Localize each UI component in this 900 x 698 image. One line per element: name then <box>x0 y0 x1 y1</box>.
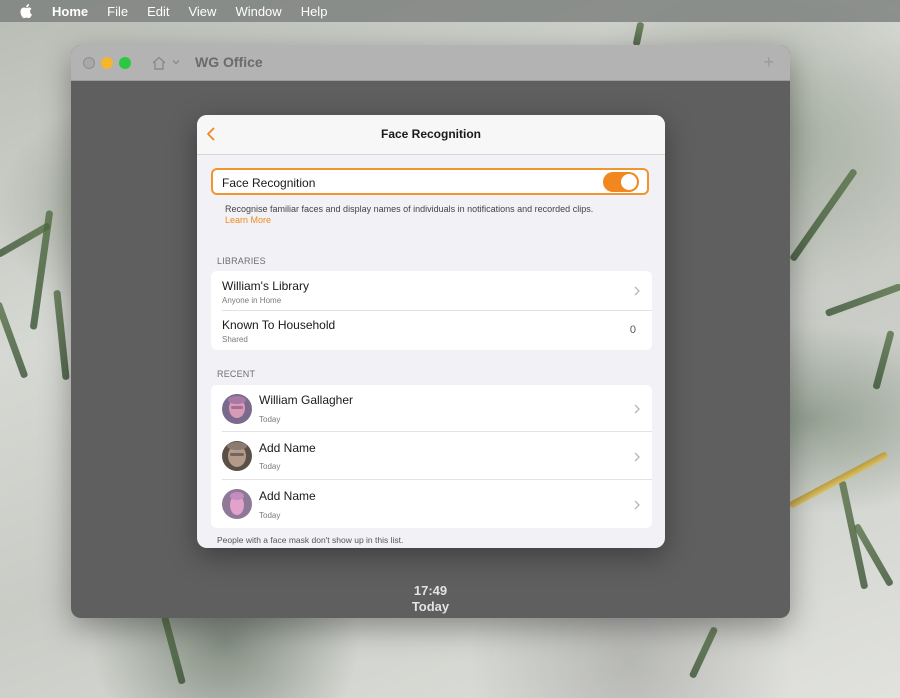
libraries-group: William's Library Anyone in Home Known T… <box>211 271 652 350</box>
toggle-label: Face Recognition <box>222 176 316 190</box>
avatar <box>222 441 252 471</box>
clock-day: Today <box>411 599 450 614</box>
background-grass-blade <box>632 21 645 47</box>
maximize-window-button[interactable] <box>119 57 131 69</box>
learn-more-link[interactable]: Learn More <box>225 215 271 225</box>
person-subtitle: Today <box>259 462 281 471</box>
library-subtitle: Anyone in Home <box>222 296 282 305</box>
sheet-title: Face Recognition <box>380 127 481 141</box>
background-grass-blade <box>789 167 858 263</box>
recent-row[interactable]: Add Name Today <box>211 432 652 480</box>
library-subtitle: Shared <box>222 335 248 344</box>
window-title: WG Office <box>195 54 263 70</box>
chevron-right-icon <box>634 500 640 510</box>
background-grass-blade <box>0 301 29 379</box>
background-grass-blade <box>53 289 70 381</box>
menu-help[interactable]: Help <box>301 4 328 19</box>
description-text: Recognise familiar faces and display nam… <box>225 204 594 214</box>
library-count: 0 <box>629 324 636 336</box>
plus-icon[interactable]: + <box>763 53 774 71</box>
switch-knob <box>621 174 637 190</box>
libraries-header: LIBRARIES <box>217 256 266 266</box>
person-name: Add Name <box>259 441 316 455</box>
menu-window[interactable]: Window <box>235 4 281 19</box>
menu-view[interactable]: View <box>188 4 216 19</box>
background-grass-blade <box>788 451 889 509</box>
close-window-button[interactable] <box>83 57 95 69</box>
face-recognition-switch[interactable] <box>603 172 639 192</box>
background-grass-blade <box>688 626 719 679</box>
chevron-down-icon[interactable] <box>171 57 181 67</box>
recent-header: RECENT <box>217 369 256 379</box>
person-name: William Gallagher <box>259 393 354 407</box>
clock-time: 17:49 <box>413 583 448 598</box>
recent-row[interactable]: Add Name Today <box>211 480 652 528</box>
apple-logo-icon[interactable] <box>19 4 33 18</box>
menu-bar: Home File Edit View Window Help <box>0 0 900 22</box>
avatar <box>222 394 252 424</box>
person-subtitle: Today <box>259 415 281 424</box>
chevron-right-icon <box>634 452 640 462</box>
background-grass-blade <box>824 283 900 317</box>
face-recognition-sheet: Face Recognition Face Recognition Recogn… <box>197 115 665 548</box>
face-recognition-toggle-row[interactable]: Face Recognition <box>211 168 649 195</box>
window-titlebar: WG Office + <box>71 45 790 81</box>
background-grass-blade <box>872 330 895 390</box>
library-title: Known To Household <box>222 318 336 332</box>
chevron-right-icon <box>634 286 640 296</box>
person-name: Add Name <box>259 489 316 503</box>
background-grass-blade <box>161 615 186 685</box>
menu-home[interactable]: Home <box>52 4 88 19</box>
library-row-williams[interactable]: William's Library Anyone in Home <box>211 271 652 311</box>
recent-row[interactable]: William Gallagher Today <box>211 385 652 432</box>
menu-edit[interactable]: Edit <box>147 4 169 19</box>
avatar <box>222 489 252 519</box>
home-icon[interactable] <box>151 55 167 71</box>
sheet-header: Face Recognition <box>197 115 665 155</box>
menu-file[interactable]: File <box>107 4 128 19</box>
chevron-right-icon <box>634 404 640 414</box>
recent-group: William Gallagher Today Add Name Today A… <box>211 385 652 528</box>
person-subtitle: Today <box>259 511 281 520</box>
footnote-text: People with a face mask don't show up in… <box>217 535 404 545</box>
minimize-window-button[interactable] <box>101 57 113 69</box>
library-row-known-to-household[interactable]: Known To Household Shared 0 <box>211 311 652 350</box>
library-title: William's Library <box>222 279 309 293</box>
